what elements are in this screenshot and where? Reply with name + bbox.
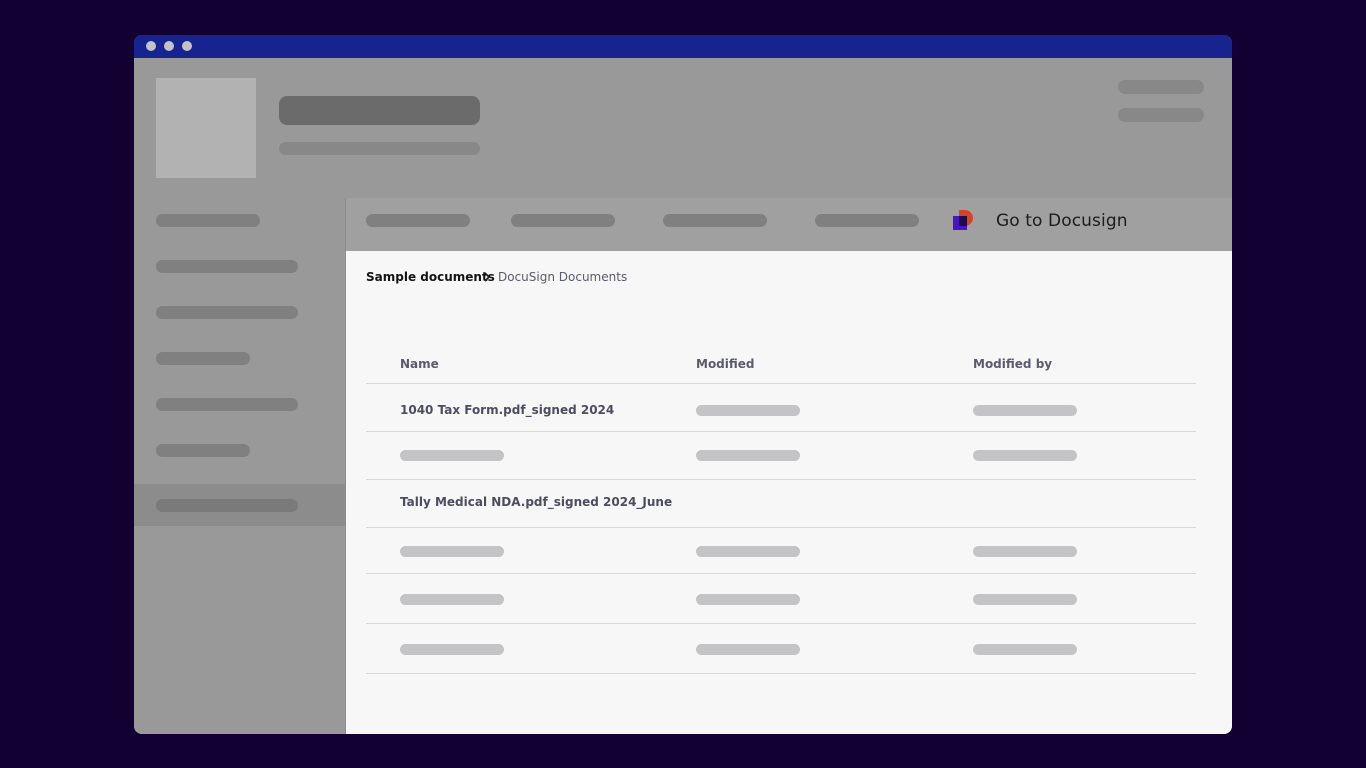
header-action-placeholder[interactable] (1118, 80, 1204, 94)
row-file-name[interactable]: Tally Medical NDA.pdf_signed 2024_June (400, 495, 672, 509)
sidebar (134, 198, 346, 734)
column-header-name[interactable]: Name (400, 357, 439, 371)
minimize-dot[interactable] (164, 41, 174, 51)
row-modified-placeholder (696, 594, 800, 605)
row-name-placeholder (400, 450, 504, 461)
sidebar-item-active[interactable] (134, 484, 345, 526)
main-content: Sample documents DocuSign Documents Name… (346, 251, 1232, 734)
app-header (134, 58, 1232, 198)
docusign-logo-icon (953, 210, 973, 230)
row-divider (366, 479, 1196, 480)
column-header-modified-by[interactable]: Modified by (973, 357, 1052, 371)
breadcrumb-parent[interactable]: Sample documents (366, 270, 495, 284)
app-window: Go to Docusign Sample documents DocuSign… (134, 35, 1232, 734)
row-modified-by-placeholder (973, 644, 1077, 655)
row-modified-by-placeholder (973, 546, 1077, 557)
row-modified-by-placeholder (973, 594, 1077, 605)
close-dot[interactable] (146, 41, 156, 51)
sidebar-item-placeholder[interactable] (156, 352, 250, 365)
row-name-placeholder (400, 546, 504, 557)
row-divider (366, 527, 1196, 528)
row-modified-placeholder (696, 546, 800, 557)
nav-tab-placeholder[interactable] (663, 214, 767, 227)
sidebar-item-placeholder[interactable] (156, 260, 298, 273)
row-modified-by-placeholder (973, 450, 1077, 461)
row-name-placeholder (400, 594, 504, 605)
row-divider (366, 673, 1196, 674)
nav-tab-placeholder[interactable] (511, 214, 615, 227)
row-file-name[interactable]: 1040 Tax Form.pdf_signed 2024 (400, 403, 614, 417)
row-modified-placeholder (696, 450, 800, 461)
maximize-dot[interactable] (182, 41, 192, 51)
header-subtitle-placeholder (279, 142, 480, 155)
top-nav: Go to Docusign (346, 198, 1232, 251)
row-divider (366, 431, 1196, 432)
header-title-placeholder (279, 96, 480, 125)
sidebar-item-placeholder (156, 499, 298, 512)
nav-tab-placeholder[interactable] (815, 214, 919, 227)
sidebar-item-placeholder[interactable] (156, 306, 298, 319)
header-divider (366, 383, 1196, 384)
breadcrumb-current: DocuSign Documents (498, 270, 628, 284)
go-to-docusign-link[interactable]: Go to Docusign (996, 210, 1128, 232)
sidebar-item-placeholder[interactable] (156, 214, 260, 227)
row-divider (366, 573, 1196, 574)
window-titlebar (134, 35, 1232, 58)
column-header-modified[interactable]: Modified (696, 357, 755, 371)
row-modified-placeholder (696, 644, 800, 655)
nav-tab-placeholder[interactable] (366, 214, 470, 227)
header-action-placeholder[interactable] (1118, 108, 1204, 122)
sidebar-item-placeholder[interactable] (156, 444, 250, 457)
sidebar-item-placeholder[interactable] (156, 398, 298, 411)
row-modified-by-placeholder (973, 405, 1077, 416)
row-divider (366, 623, 1196, 624)
app-logo-placeholder (156, 78, 256, 178)
row-name-placeholder (400, 644, 504, 655)
breadcrumb: Sample documents DocuSign Documents (366, 269, 627, 285)
chevron-right-icon (484, 272, 491, 282)
row-modified-placeholder (696, 405, 800, 416)
